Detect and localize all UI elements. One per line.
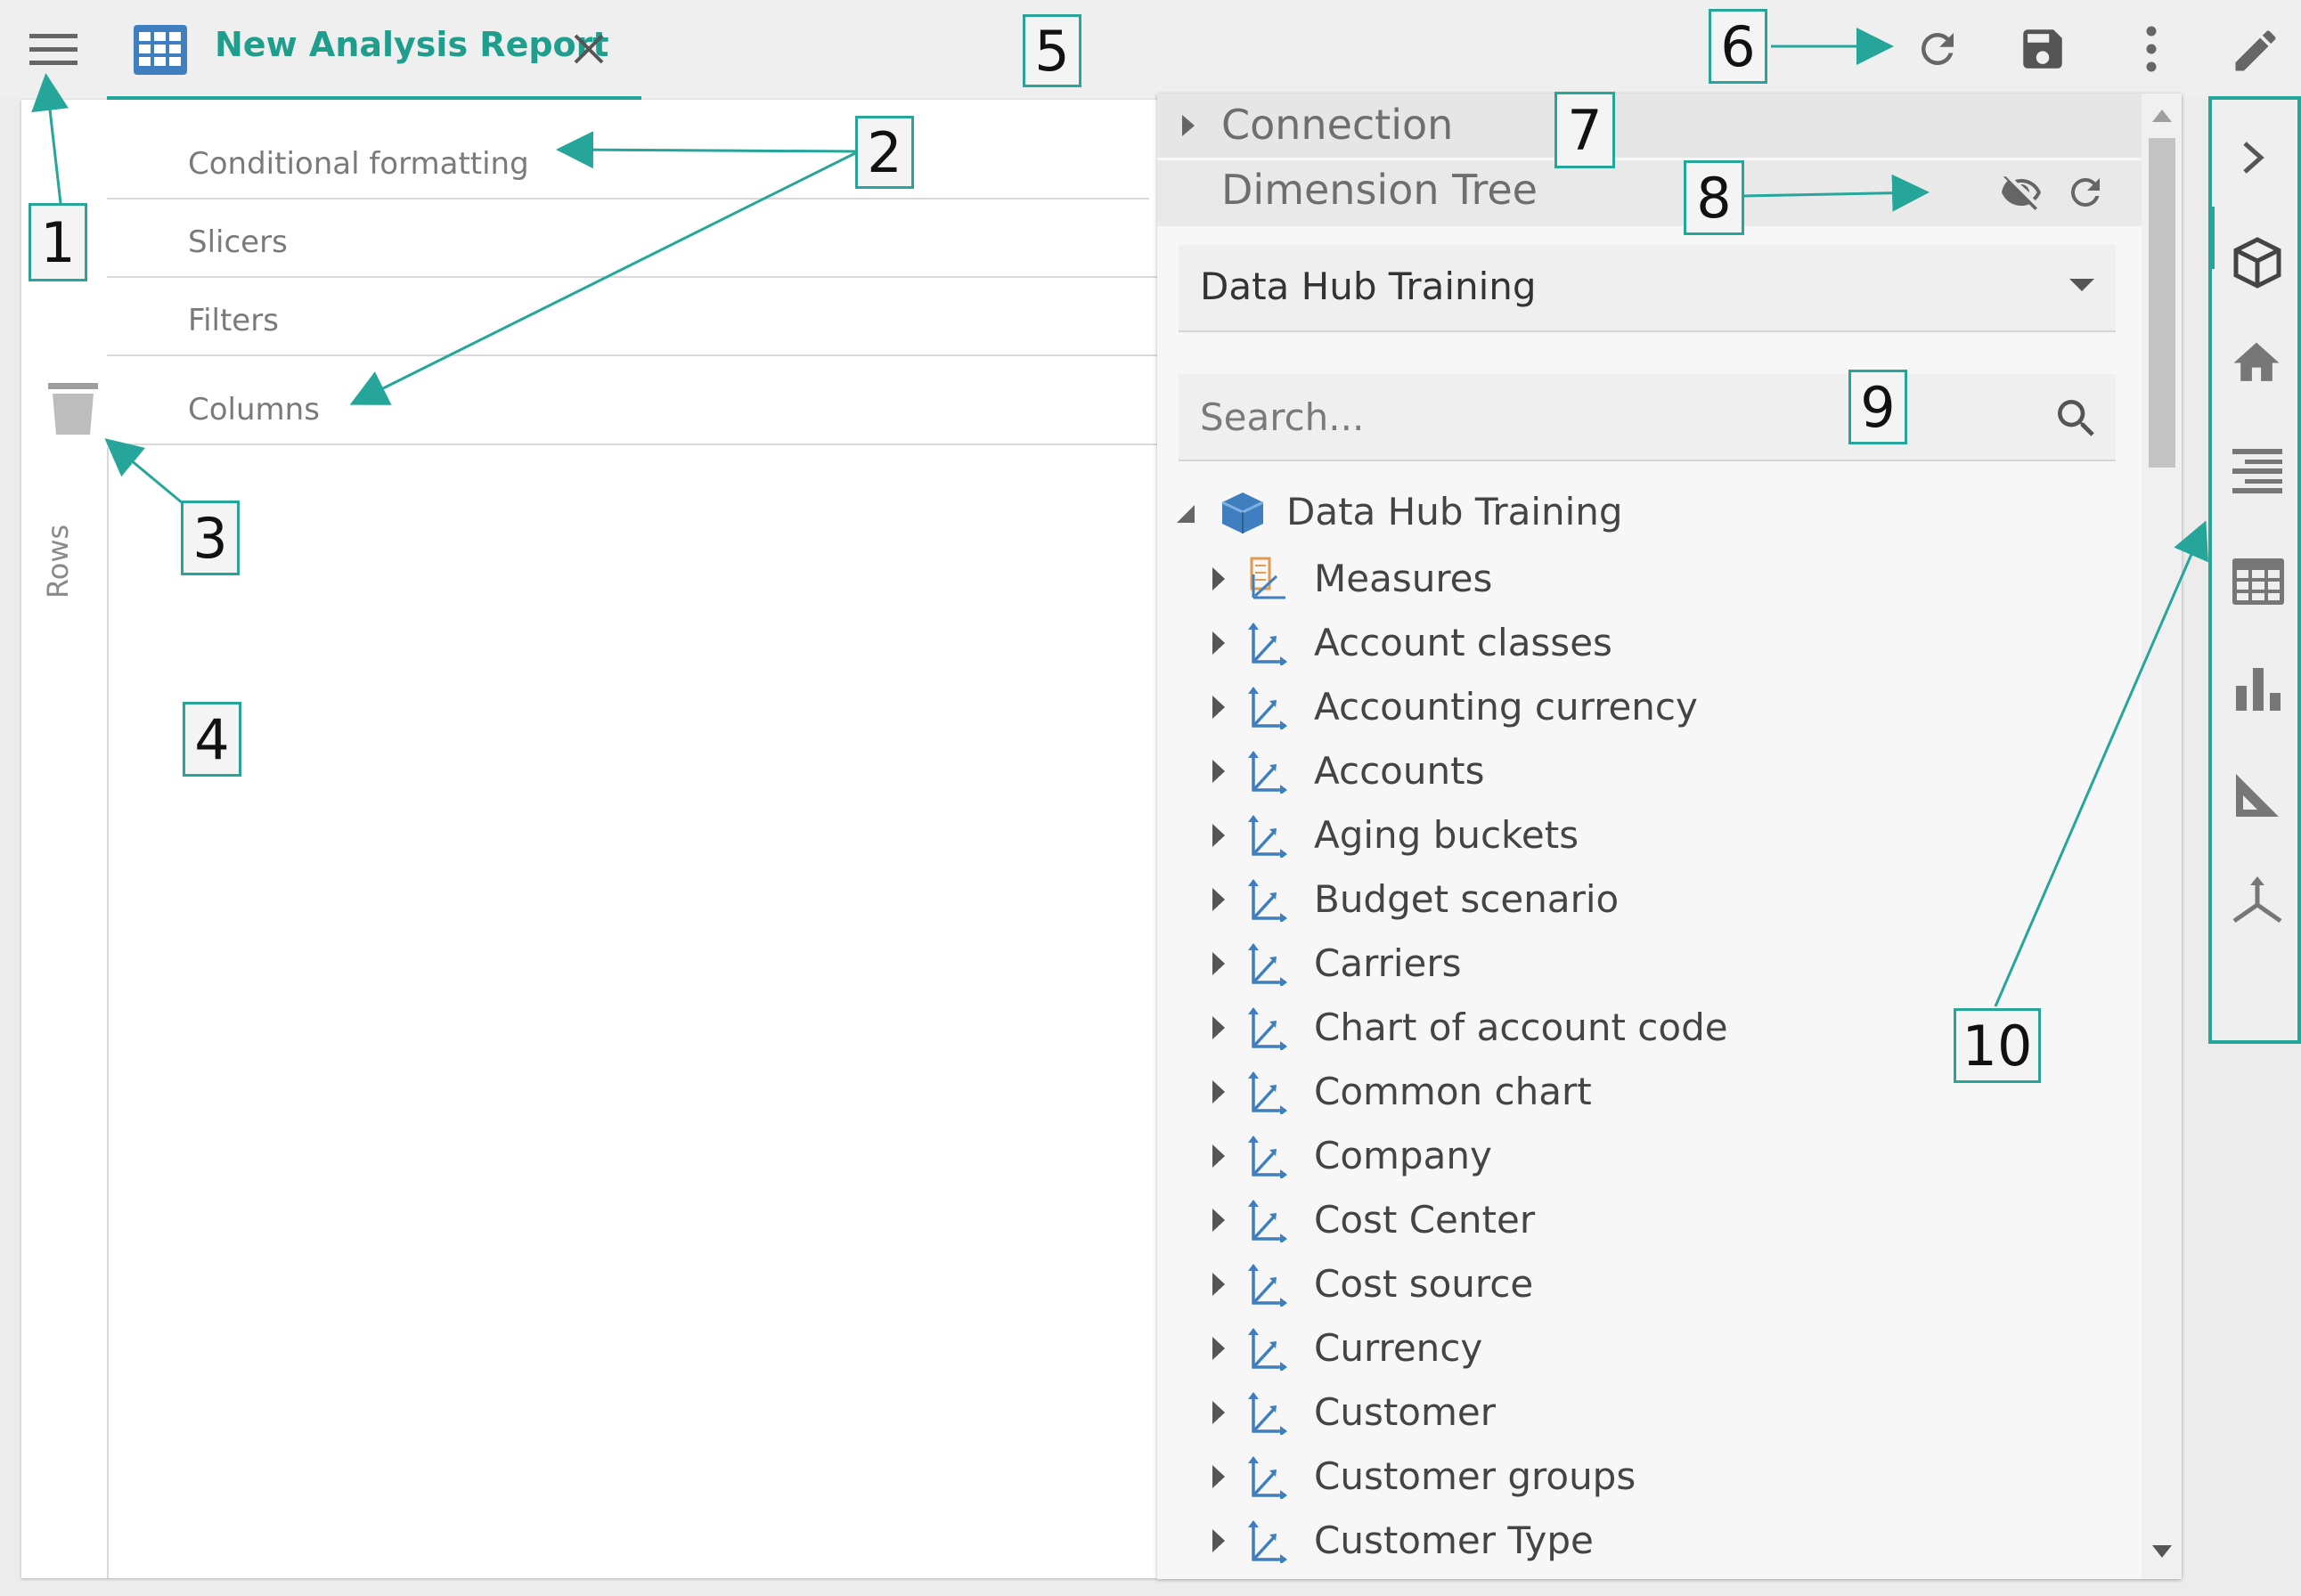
callout-4: 4 bbox=[183, 702, 241, 777]
callout-8: 8 bbox=[1684, 160, 1744, 235]
callout-5: 5 bbox=[1023, 14, 1081, 87]
callout-7: 7 bbox=[1554, 92, 1615, 168]
callout-9: 9 bbox=[1848, 370, 1907, 444]
callout-arrows bbox=[31, 28, 2301, 1044]
callout-1: 1 bbox=[29, 203, 87, 281]
callout-2: 2 bbox=[855, 116, 914, 189]
callout-6: 6 bbox=[1709, 9, 1767, 84]
callout-3: 3 bbox=[181, 501, 240, 575]
callout-10: 10 bbox=[1954, 1008, 2041, 1083]
